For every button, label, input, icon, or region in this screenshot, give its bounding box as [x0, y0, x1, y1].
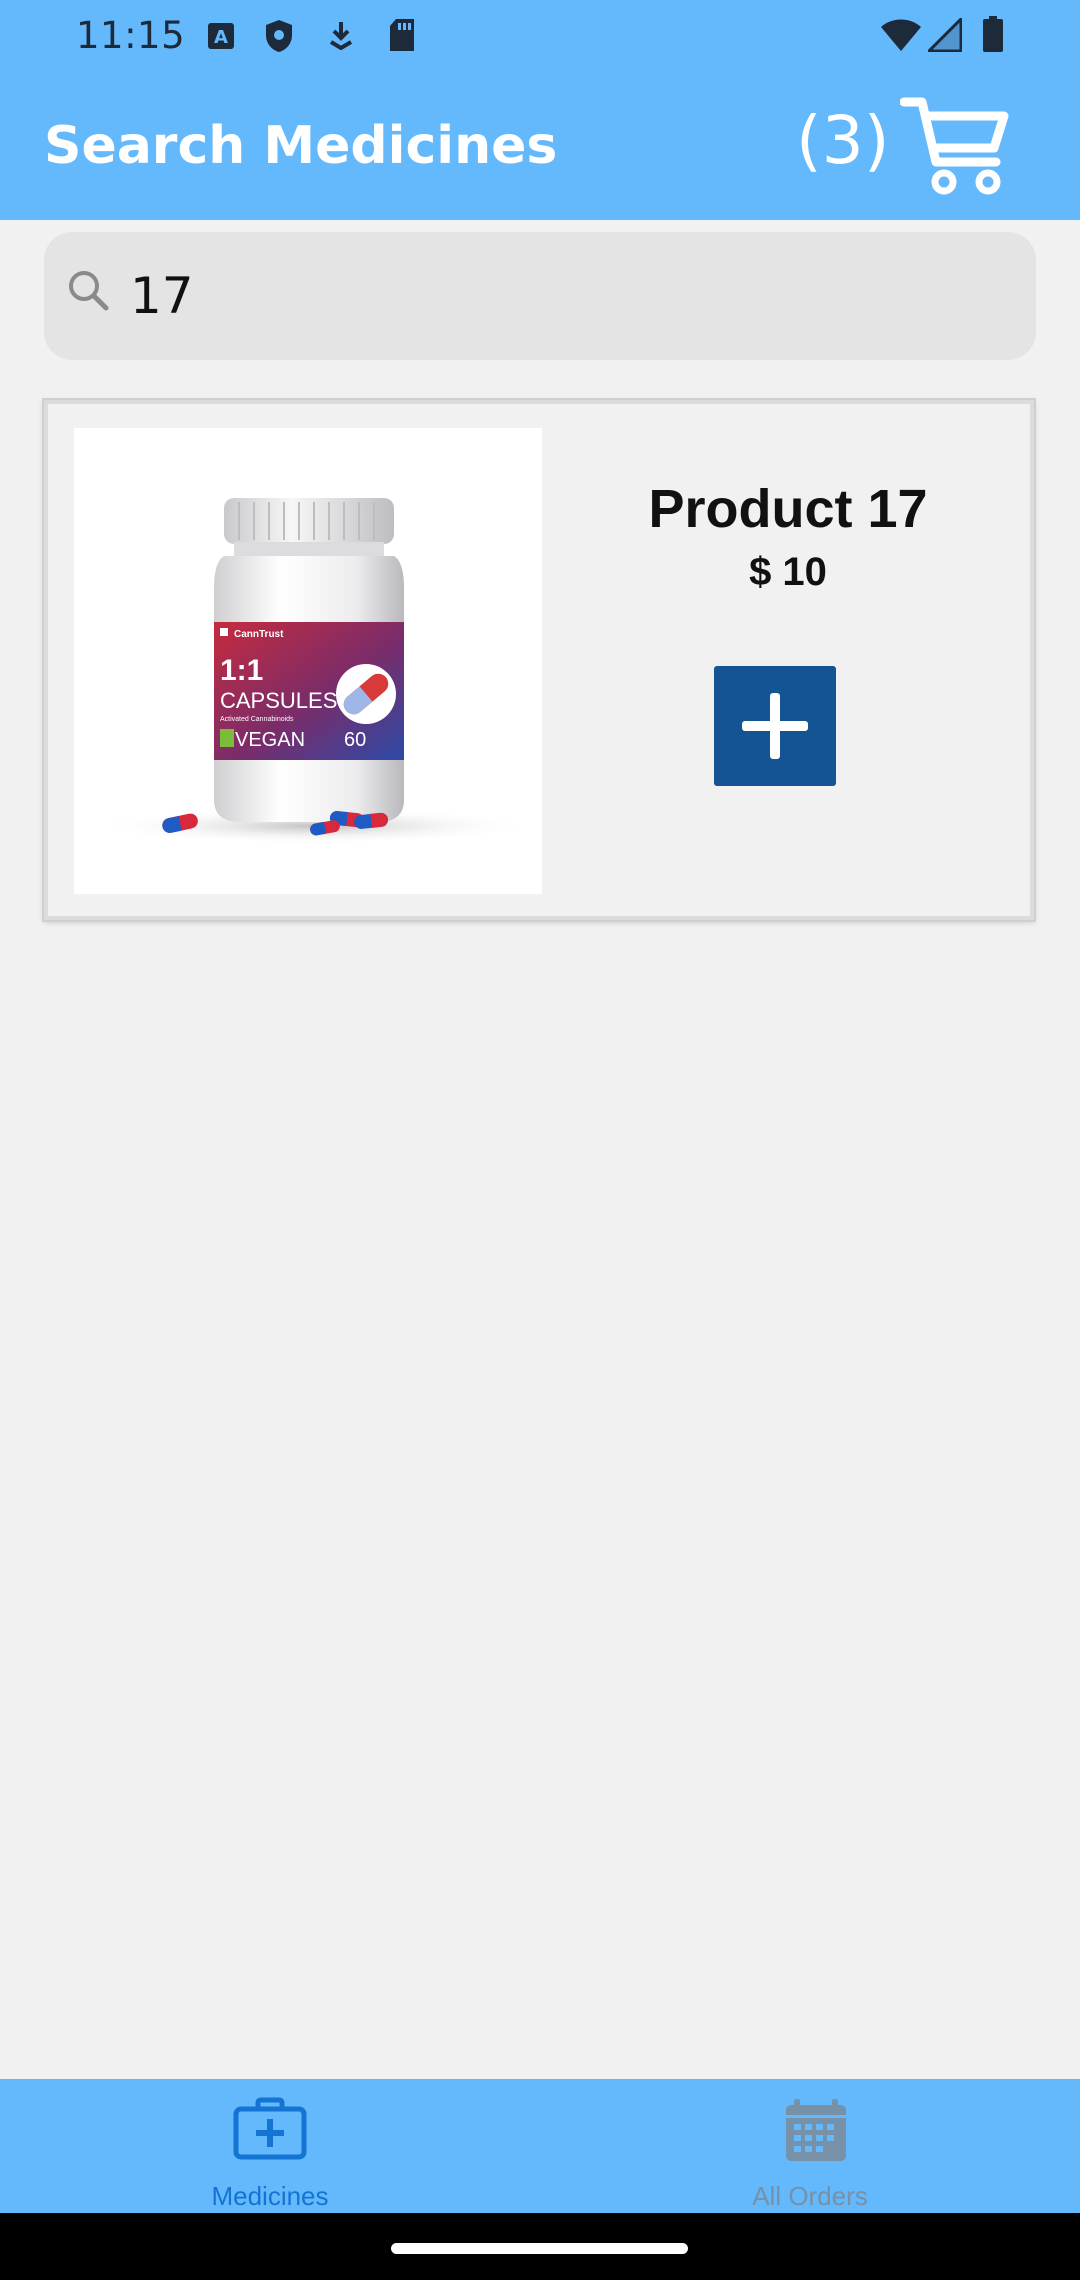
product-card: CannTrust 1:1 CAPSULES Activated Cannabi…	[44, 400, 1034, 920]
download-icon	[326, 20, 356, 50]
status-bar: 11:15 A	[0, 0, 1080, 72]
product-price: $ 10	[749, 550, 827, 594]
label-brand: CannTrust	[234, 629, 284, 640]
text-a-icon: A	[207, 22, 235, 50]
nav-label-medicines: Medicines	[211, 2181, 329, 2211]
status-time: 11:15	[76, 14, 186, 57]
product-image: CannTrust 1:1 CAPSULES Activated Cannabi…	[74, 428, 542, 894]
search-input[interactable]	[130, 254, 1010, 338]
page-title: Search Medicines	[44, 116, 558, 176]
medical-kit-icon	[232, 2097, 308, 2166]
cart-icon	[899, 97, 1009, 195]
home-gesture-handle[interactable]	[391, 2243, 688, 2254]
label-line1: CAPSULES	[220, 688, 337, 713]
search-bar[interactable]	[44, 232, 1036, 360]
add-to-cart-button[interactable]	[714, 666, 836, 786]
battery-icon	[982, 16, 1004, 52]
plus-icon	[742, 693, 808, 759]
label-line2: Activated Cannabinoids	[220, 716, 294, 723]
system-navigation-bar	[0, 2213, 1080, 2280]
cart-count[interactable]: (3)	[796, 102, 890, 179]
product-name: Product 17	[648, 479, 928, 539]
label-ratio: 1:1	[220, 654, 263, 687]
svg-text:A: A	[214, 27, 228, 48]
app-bar: Search Medicines (3)	[0, 72, 1080, 220]
label-count: 60	[344, 729, 366, 751]
search-icon	[64, 266, 114, 321]
sd-card-icon	[388, 18, 416, 52]
wifi-icon	[880, 18, 922, 52]
label-tag: VEGAN	[235, 729, 305, 751]
bottom-navigation: Medicines All Orders	[0, 2079, 1080, 2213]
signal-icon	[928, 18, 962, 52]
cart-button[interactable]	[899, 94, 1012, 198]
nav-tab-all-orders[interactable]: All Orders	[540, 2079, 1080, 2213]
nav-label-all-orders: All Orders	[752, 2181, 868, 2211]
shield-icon	[264, 19, 294, 53]
nav-tab-medicines[interactable]: Medicines	[0, 2079, 540, 2213]
calendar-icon	[772, 2097, 848, 2166]
